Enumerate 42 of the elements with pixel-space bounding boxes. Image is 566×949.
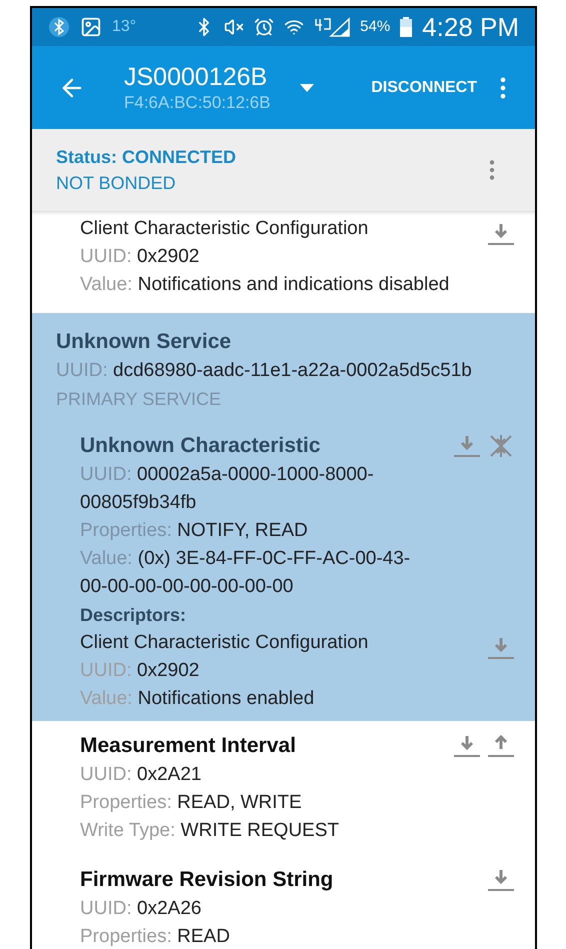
service-panel[interactable] [32,313,535,721]
alarm-icon [254,17,274,37]
service-name: Unknown Service [56,329,232,355]
field-line: UUID: dcd68980-aadc-11e1-a22a-0002a5d5c51b [56,359,473,383]
device-address: F4:6A:BC:50:12:6B [124,92,270,114]
download-icon[interactable] [453,733,481,759]
descriptors-heading: Descriptors: [80,604,188,627]
field-line: Value: (0x) 3E-84-FF-0C-FF-AC-00-43-00-00-00-00-00-00-00-00 [80,547,412,599]
descriptor-name: Client Characteristic Configuration [80,217,370,241]
download-icon[interactable] [453,433,481,459]
mute-icon [224,17,244,37]
temperature: 13° [112,17,136,37]
field-line: Properties: READ, WRITE [80,791,303,815]
connection-status: Status: CONNECTED [56,146,238,169]
field-line: UUID: 00002a5a-0000-1000-8000-00805f9b34fb [80,463,375,515]
upload-icon[interactable] [487,733,515,759]
characteristic-name: Unknown Characteristic [80,433,322,459]
field-line: Properties: NOTIFY, READ [80,519,309,543]
field-line: Value: Notifications and indications disabled [80,273,450,297]
field-line: Properties: READ [80,925,231,949]
download-icon[interactable] [487,221,515,247]
service-type: PRIMARY SERVICE [56,388,222,411]
characteristic-name: Firmware Revision String [80,867,334,893]
battery-percent: 54% [360,16,390,37]
dropdown-icon[interactable] [300,84,314,92]
descriptor-name: Client Characteristic Configuration [80,631,370,655]
field-line: Write Type: WRITE REQUEST [80,819,340,843]
field-line: UUID: 0x2A21 [80,763,202,787]
download-icon[interactable] [487,867,515,893]
characteristic-name: Measurement Interval [80,733,297,759]
field-line: UUID: 0x2A26 [80,897,202,921]
gallery-icon [80,16,102,38]
device-name: JS0000126B [124,62,268,92]
bluetooth-circle-icon [48,16,70,38]
battery-icon [400,17,412,37]
field-line: UUID: 0x2902 [80,659,200,683]
clock: 4:28 PM [422,10,519,44]
field-line: UUID: 0x2902 [80,245,200,269]
field-line: Value: Notifications enabled [80,687,316,711]
download-icon[interactable] [487,635,515,661]
signal-icon [314,17,350,37]
bond-status: NOT BONDED [56,172,177,195]
